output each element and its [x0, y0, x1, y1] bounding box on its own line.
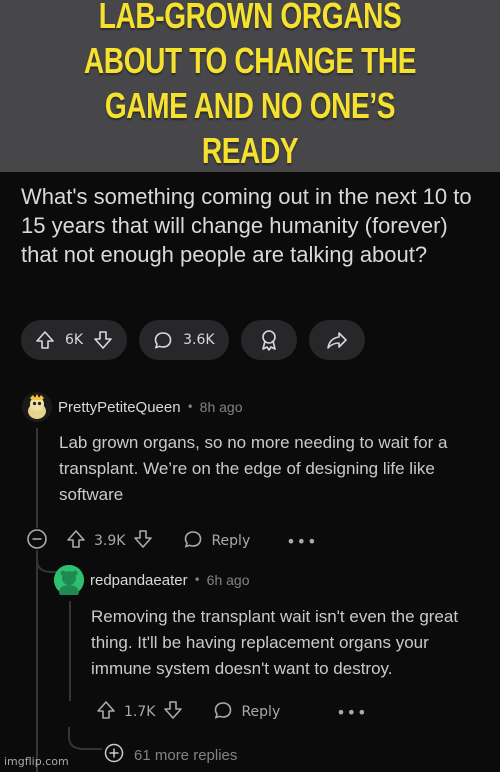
more-replies-label: 61 more replies — [134, 746, 238, 764]
reply-label: Reply — [211, 533, 251, 549]
thread-line[interactable] — [69, 601, 71, 701]
share-icon — [326, 330, 348, 350]
comment-vote-count: 1.7K — [124, 704, 156, 720]
comment-action-bar: 1.7K Reply ••• — [96, 700, 368, 724]
comment-header: redpandaeater • 6h ago — [54, 565, 250, 595]
upvote-icon[interactable] — [35, 330, 55, 350]
thread-line[interactable] — [36, 428, 38, 528]
downvote-icon[interactable] — [163, 700, 183, 724]
comment-header: PrettyPetiteQueen • 8h ago — [22, 392, 242, 422]
comment-action-bar: 3.9K Reply ••• — [26, 528, 318, 554]
avatar[interactable] — [22, 392, 52, 422]
post-title: What's something coming out in the next … — [21, 184, 472, 267]
thread-line[interactable] — [36, 552, 38, 772]
separator-dot: • — [193, 573, 201, 587]
comment-username[interactable]: PrettyPetiteQueen — [58, 399, 181, 416]
downvote-icon[interactable] — [93, 330, 113, 350]
separator-dot: • — [186, 400, 194, 414]
comment-timestamp: 6h ago — [206, 572, 250, 588]
reddit-post: What's something coming out in the next … — [0, 172, 500, 772]
vote-pill: 6K — [21, 320, 128, 360]
comment-vote-group: 1.7K — [96, 700, 183, 724]
avatar[interactable] — [54, 565, 84, 595]
more-options-button[interactable]: ••• — [286, 532, 317, 551]
meme-caption-banner: LAB-GROWN ORGANS ABOUT TO CHANGE THE GAM… — [0, 0, 500, 172]
reply-bubble-icon — [213, 700, 233, 724]
more-replies-link[interactable]: 61 more replies — [104, 743, 237, 767]
avatar-icon — [22, 392, 52, 422]
award-button[interactable] — [240, 320, 297, 360]
expand-plus-icon — [104, 743, 124, 767]
comment-count: 3.6K — [183, 332, 215, 348]
comment-body: Removing the transplant wait isn't even … — [91, 607, 459, 678]
reply-label: Reply — [241, 704, 281, 720]
meme-caption: LAB-GROWN ORGANS ABOUT TO CHANGE THE GAM… — [83, 0, 417, 171]
comment-bubble-icon — [153, 330, 173, 350]
award-icon — [259, 329, 279, 351]
comment-vote-count: 3.9K — [94, 533, 126, 549]
share-button[interactable] — [308, 320, 365, 360]
comment-username[interactable]: redpandaeater — [90, 572, 188, 589]
post-action-bar: 6K 3.6K — [21, 320, 365, 360]
comment-body: Lab grown organs, so no more needing to … — [59, 433, 448, 504]
comment-vote-group: 3.9K — [66, 529, 153, 553]
downvote-icon[interactable] — [133, 529, 153, 553]
post-vote-count: 6K — [65, 332, 84, 348]
reply-button[interactable]: Reply — [213, 700, 280, 724]
avatar-icon — [54, 565, 84, 595]
thread-connector — [68, 727, 102, 750]
comment-timestamp: 8h ago — [199, 399, 243, 415]
upvote-icon[interactable] — [66, 529, 86, 553]
upvote-icon[interactable] — [96, 700, 116, 724]
reply-bubble-icon — [183, 529, 203, 553]
more-options-button[interactable]: ••• — [336, 703, 367, 722]
comments-button[interactable]: 3.6K — [139, 320, 229, 360]
reply-button[interactable]: Reply — [183, 529, 250, 553]
watermark: imgflip.com — [4, 755, 69, 768]
